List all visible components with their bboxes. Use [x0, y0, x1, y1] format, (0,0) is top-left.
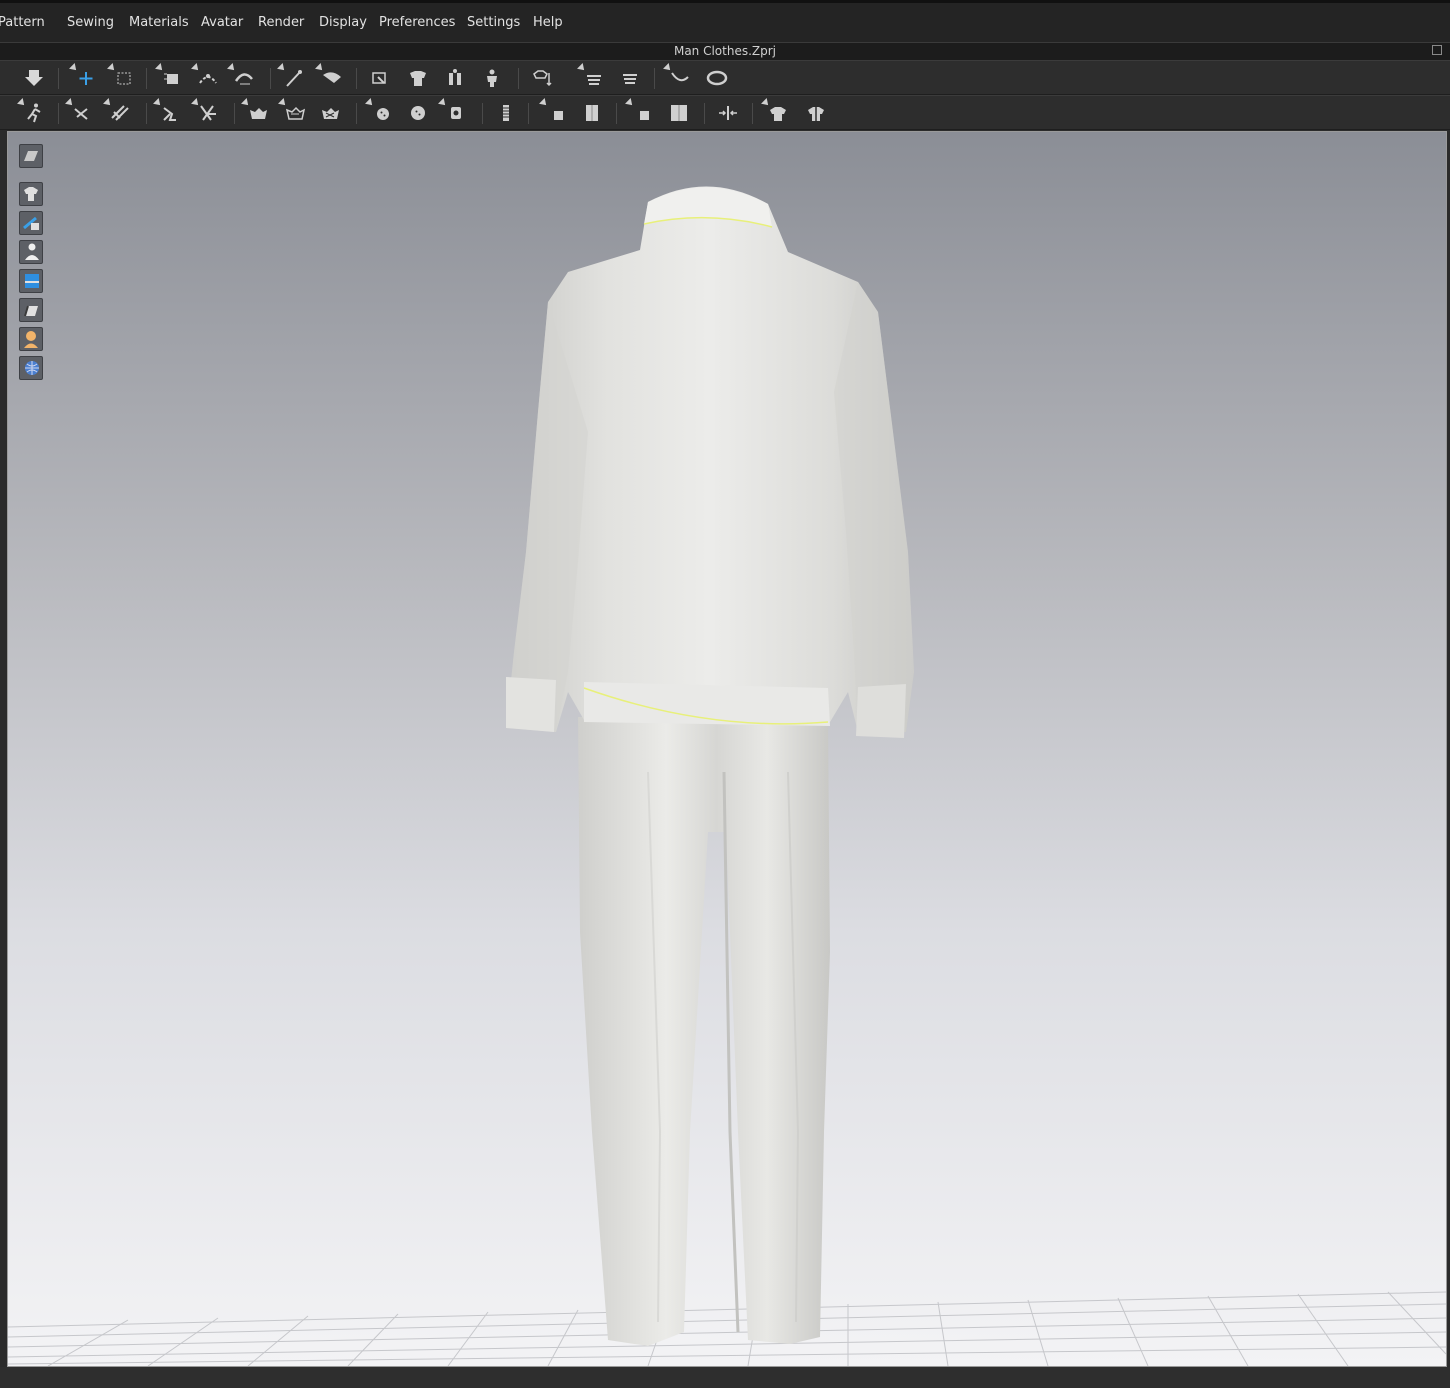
show-avatar-icon[interactable]: [19, 240, 43, 264]
jacket: [506, 186, 914, 738]
menu-settings[interactable]: Settings: [467, 15, 520, 30]
circumference-tape-icon[interactable]: [705, 67, 729, 89]
flatten-restore-icon[interactable]: [667, 102, 691, 124]
simulation-icon[interactable]: [22, 67, 46, 89]
toolbar-separator: [482, 103, 483, 124]
toolbar-bottom: [0, 95, 1450, 130]
layer-stack-icon[interactable]: [577, 63, 606, 89]
layer-clone-icon[interactable]: [530, 67, 554, 89]
menu-avatar[interactable]: Avatar: [201, 15, 243, 30]
arrange-avatar-icon[interactable]: [443, 67, 467, 89]
toolbar-separator: [234, 103, 235, 124]
menu-help[interactable]: Help: [533, 15, 563, 30]
tack-icon[interactable]: [65, 98, 94, 124]
button-icon[interactable]: [365, 98, 394, 124]
toolbar-separator: [518, 68, 519, 89]
fold-3d-restore-icon[interactable]: [580, 102, 604, 124]
window-title-bar: Man Clothes.Zprj: [0, 42, 1450, 61]
puckering-icon[interactable]: [241, 98, 270, 124]
undock-icon[interactable]: [1432, 45, 1442, 55]
toolbar-separator: [146, 68, 147, 89]
toolbar-separator: [616, 103, 617, 124]
menu-display[interactable]: Display: [319, 15, 367, 30]
smocking-icon[interactable]: [318, 102, 342, 124]
pin-icon[interactable]: [277, 63, 306, 89]
measure-tape-icon[interactable]: [618, 67, 642, 89]
toolbar-separator: [270, 68, 271, 89]
garment-style-edit-icon[interactable]: [804, 102, 828, 124]
toolbar-separator: [356, 103, 357, 124]
show-garment-icon[interactable]: [19, 182, 43, 206]
fold-3d-icon[interactable]: [539, 98, 568, 124]
steam-icon[interactable]: [153, 98, 182, 124]
edit-curvature-icon[interactable]: [227, 63, 256, 89]
select-button-icon[interactable]: [406, 102, 430, 124]
trousers: [578, 717, 830, 1346]
view-mode-icon[interactable]: [19, 144, 43, 168]
toolbar-separator: [528, 103, 529, 124]
toolbar-separator: [58, 68, 59, 89]
garment-fit-icon[interactable]: [406, 67, 430, 89]
tack-on-avatar-icon[interactable]: [103, 98, 132, 124]
avatar-pose-icon[interactable]: [17, 98, 46, 124]
toolbar-separator: [704, 103, 705, 124]
menu-materials[interactable]: Materials: [129, 15, 189, 30]
align-center-icon[interactable]: [716, 102, 740, 124]
garment-3d-render: [8, 186, 1446, 1366]
edit-tack-icon[interactable]: [191, 98, 220, 124]
toolbar-separator: [356, 68, 357, 89]
transform-pattern-icon[interactable]: [155, 63, 184, 89]
garment-style-icon[interactable]: [761, 98, 790, 124]
edit-curve-point-icon[interactable]: [191, 63, 220, 89]
select-box-icon[interactable]: [107, 63, 136, 89]
menu-preferences[interactable]: Preferences: [379, 15, 455, 30]
thickness-view-icon[interactable]: [19, 298, 43, 322]
buttonhole-icon[interactable]: [438, 98, 467, 124]
toolbar-separator: [752, 103, 753, 124]
toolbar-top: [0, 60, 1450, 95]
flatten-icon[interactable]: [625, 98, 654, 124]
menu-render[interactable]: Render: [258, 15, 304, 30]
texture-view-icon[interactable]: [19, 269, 43, 293]
fold-arrangement-icon[interactable]: [368, 67, 392, 89]
3d-viewport[interactable]: [7, 131, 1447, 1367]
environment-icon[interactable]: [19, 356, 43, 380]
zipper-icon[interactable]: [494, 102, 518, 124]
menu-sewing[interactable]: Sewing: [67, 15, 114, 30]
menu-pattern[interactable]: Pattern: [0, 15, 45, 30]
toolbar-separator: [146, 103, 147, 124]
arrangement-point-icon[interactable]: [480, 67, 504, 89]
window-title: Man Clothes.Zprj: [673, 44, 777, 58]
toolbar-separator: [654, 68, 655, 89]
show-pattern-icon[interactable]: [19, 211, 43, 235]
select-mesh-icon[interactable]: [315, 63, 344, 89]
avatar-skin-icon[interactable]: [19, 327, 43, 351]
menu-bar: Pattern Sewing Materials Avatar Render D…: [0, 0, 1450, 42]
toolbar-separator: [58, 103, 59, 124]
circumference-measure-icon[interactable]: [663, 63, 692, 89]
shirring-icon[interactable]: [278, 98, 307, 124]
select-move-icon[interactable]: [69, 63, 98, 89]
floor-grid: [8, 1291, 1446, 1366]
status-bar: [0, 1367, 1450, 1388]
